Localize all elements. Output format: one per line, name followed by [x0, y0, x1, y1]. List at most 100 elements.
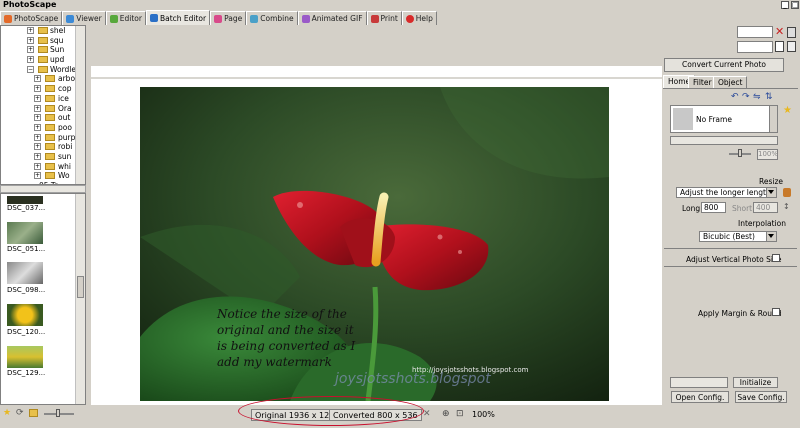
frame-option-field[interactable] — [670, 136, 778, 145]
tree-folder-item[interactable]: + cop — [1, 84, 85, 94]
frame-zoom-field[interactable]: 100% — [757, 149, 778, 160]
thumbnail-image[interactable] — [7, 262, 43, 284]
tab-viewer[interactable]: Viewer — [62, 11, 106, 25]
expand-toggle-icon[interactable]: − — [27, 65, 34, 73]
folder-icon — [45, 162, 55, 170]
tab-print[interactable]: Print — [366, 11, 402, 25]
interpolation-heading: Interpolation — [738, 219, 786, 228]
thumbnail-image[interactable] — [7, 346, 43, 368]
trash-icon[interactable] — [787, 27, 796, 38]
rotate-right-icon[interactable]: ↷ — [742, 92, 750, 102]
tree-folder-item[interactable]: + poo — [1, 123, 85, 133]
tree-vertical-scrollbar[interactable] — [75, 26, 85, 184]
expand-toggle-icon[interactable]: + — [34, 114, 41, 122]
save-config-button[interactable]: Save Config. — [735, 391, 787, 403]
tree-folder-item[interactable]: + sun — [1, 152, 85, 162]
expand-toggle-icon[interactable]: + — [27, 56, 34, 64]
short-value-input[interactable]: 400 — [753, 202, 778, 213]
folder-icon — [38, 46, 48, 54]
tab-photoscape[interactable]: PhotoScape — [0, 11, 63, 25]
expand-toggle-icon[interactable]: + — [34, 162, 41, 170]
frame-dropdown-arrow[interactable] — [769, 106, 777, 132]
tree-folder-item[interactable]: + Sun — [1, 45, 85, 55]
tree-folder-item[interactable]: + whi — [1, 162, 85, 172]
annotation-line: add my watermark — [217, 355, 332, 369]
apply-margin-checkbox[interactable] — [772, 308, 780, 316]
expand-toggle-icon[interactable]: + — [27, 46, 34, 54]
tree-folder-item[interactable]: + ice — [1, 94, 85, 104]
list-icon[interactable] — [787, 41, 796, 52]
mirror-icon[interactable]: ⇅ — [765, 92, 773, 102]
expand-toggle-icon[interactable]: + — [34, 75, 41, 83]
maximize-button[interactable]: □ — [791, 1, 799, 9]
tab-combine[interactable]: Combine — [246, 11, 298, 25]
folder-icon — [38, 36, 48, 44]
folder-icon — [45, 94, 55, 102]
expand-toggle-icon[interactable]: + — [34, 152, 41, 160]
frame-select[interactable]: No Frame — [670, 105, 778, 133]
thumbnail-image[interactable] — [7, 304, 43, 326]
zoom-fit-icon[interactable]: ⊡ — [456, 409, 464, 419]
tab-animated-gif[interactable]: Animated GIF — [297, 11, 367, 25]
expand-toggle-icon[interactable]: + — [27, 27, 34, 34]
tree-folder-item[interactable]: + robi — [1, 142, 85, 152]
interpolation-select[interactable]: Bicubic (Best) — [699, 231, 777, 242]
thumbnail-image[interactable] — [7, 222, 43, 244]
tree-folder-label: Ora — [58, 103, 72, 113]
tab-object[interactable]: Object — [713, 76, 748, 88]
tab-batch-editor[interactable]: Batch Editor — [145, 10, 211, 25]
scrollbar-thumb[interactable] — [77, 276, 84, 298]
tab-page[interactable]: Page — [210, 11, 247, 25]
open-config-button[interactable]: Open Config. — [671, 391, 729, 403]
expand-toggle-icon[interactable]: + — [27, 36, 34, 44]
tree-folder-label: out — [58, 113, 71, 123]
zoom-in-icon[interactable]: ⊕ — [442, 409, 450, 419]
expand-toggle-icon[interactable]: + — [34, 133, 41, 141]
frame-select-value: No Frame — [696, 115, 732, 124]
expand-toggle-icon[interactable]: + — [34, 85, 41, 93]
swap-dimensions-icon[interactable]: ↕ — [783, 202, 790, 211]
thumbnail-scrollbar[interactable] — [75, 194, 85, 404]
frame-zoom-slider-knob[interactable] — [738, 149, 742, 157]
tab-editor[interactable]: Editor — [105, 11, 146, 25]
refresh-icon[interactable]: ⟳ — [16, 408, 24, 418]
expand-toggle-icon[interactable]: + — [34, 143, 41, 151]
rotate-left-icon[interactable]: ↶ — [731, 92, 739, 102]
resize-settings-icon[interactable] — [783, 188, 791, 197]
expand-toggle-icon[interactable]: + — [34, 172, 41, 180]
app-title-bar: PhotoScape _ □ — [0, 0, 800, 10]
tree-folder-item[interactable]: + out — [1, 113, 85, 123]
convert-current-photo-button[interactable]: Convert Current Photo — [664, 58, 784, 72]
tree-folder-item[interactable]: + shel — [1, 26, 85, 36]
thumbnail-size-knob[interactable] — [56, 409, 60, 417]
resize-mode-select[interactable]: Adjust the longer length — [676, 187, 777, 198]
close-icon[interactable]: ✕ — [423, 409, 431, 419]
tree-folder-item[interactable]: + upd — [1, 55, 85, 65]
thumbnail-list[interactable]: DSC_037... DSC_051... DSC_098... DSC_120… — [0, 193, 86, 405]
initialize-button[interactable]: Initialize — [733, 377, 778, 388]
flip-icon[interactable]: ⇋ — [753, 92, 761, 102]
tree-folder-item[interactable]: + squ — [1, 36, 85, 46]
expand-toggle-icon[interactable]: + — [34, 123, 41, 131]
favorite-star-icon[interactable]: ★ — [783, 105, 792, 116]
minimize-button[interactable]: _ — [781, 1, 789, 9]
star-icon[interactable]: ★ — [3, 408, 11, 418]
tab-help[interactable]: Help — [401, 11, 437, 25]
expand-toggle-icon[interactable]: + — [34, 104, 41, 112]
thumbnail-image[interactable] — [7, 196, 43, 204]
tree-folder-item[interactable]: + arbo — [1, 74, 85, 84]
thumbnail-label: DSC_098... — [7, 286, 46, 294]
close-icon[interactable]: ✕ — [775, 26, 785, 37]
expand-toggle-icon[interactable]: + — [34, 94, 41, 102]
adjust-vertical-checkbox[interactable] — [772, 254, 780, 262]
copy-icon[interactable] — [775, 41, 784, 52]
tree-folder-item[interactable]: − Wordle — [1, 65, 85, 75]
long-value-input[interactable]: 800 — [701, 202, 726, 213]
tree-folder-item[interactable]: + Wo — [1, 171, 85, 181]
tree-horizontal-scrollbar[interactable] — [0, 185, 86, 193]
tree-folder-item[interactable]: + Ora — [1, 104, 85, 114]
tree-folder-item[interactable]: + purp — [1, 133, 85, 143]
adjust-vertical-label: Adjust Vertical Photo Size — [686, 255, 782, 264]
folder-up-icon[interactable] — [29, 409, 38, 417]
folder-tree[interactable]: + shel + squ + Sun + upd − Wordle + arbo + cop + ice + Or… — [0, 25, 86, 185]
